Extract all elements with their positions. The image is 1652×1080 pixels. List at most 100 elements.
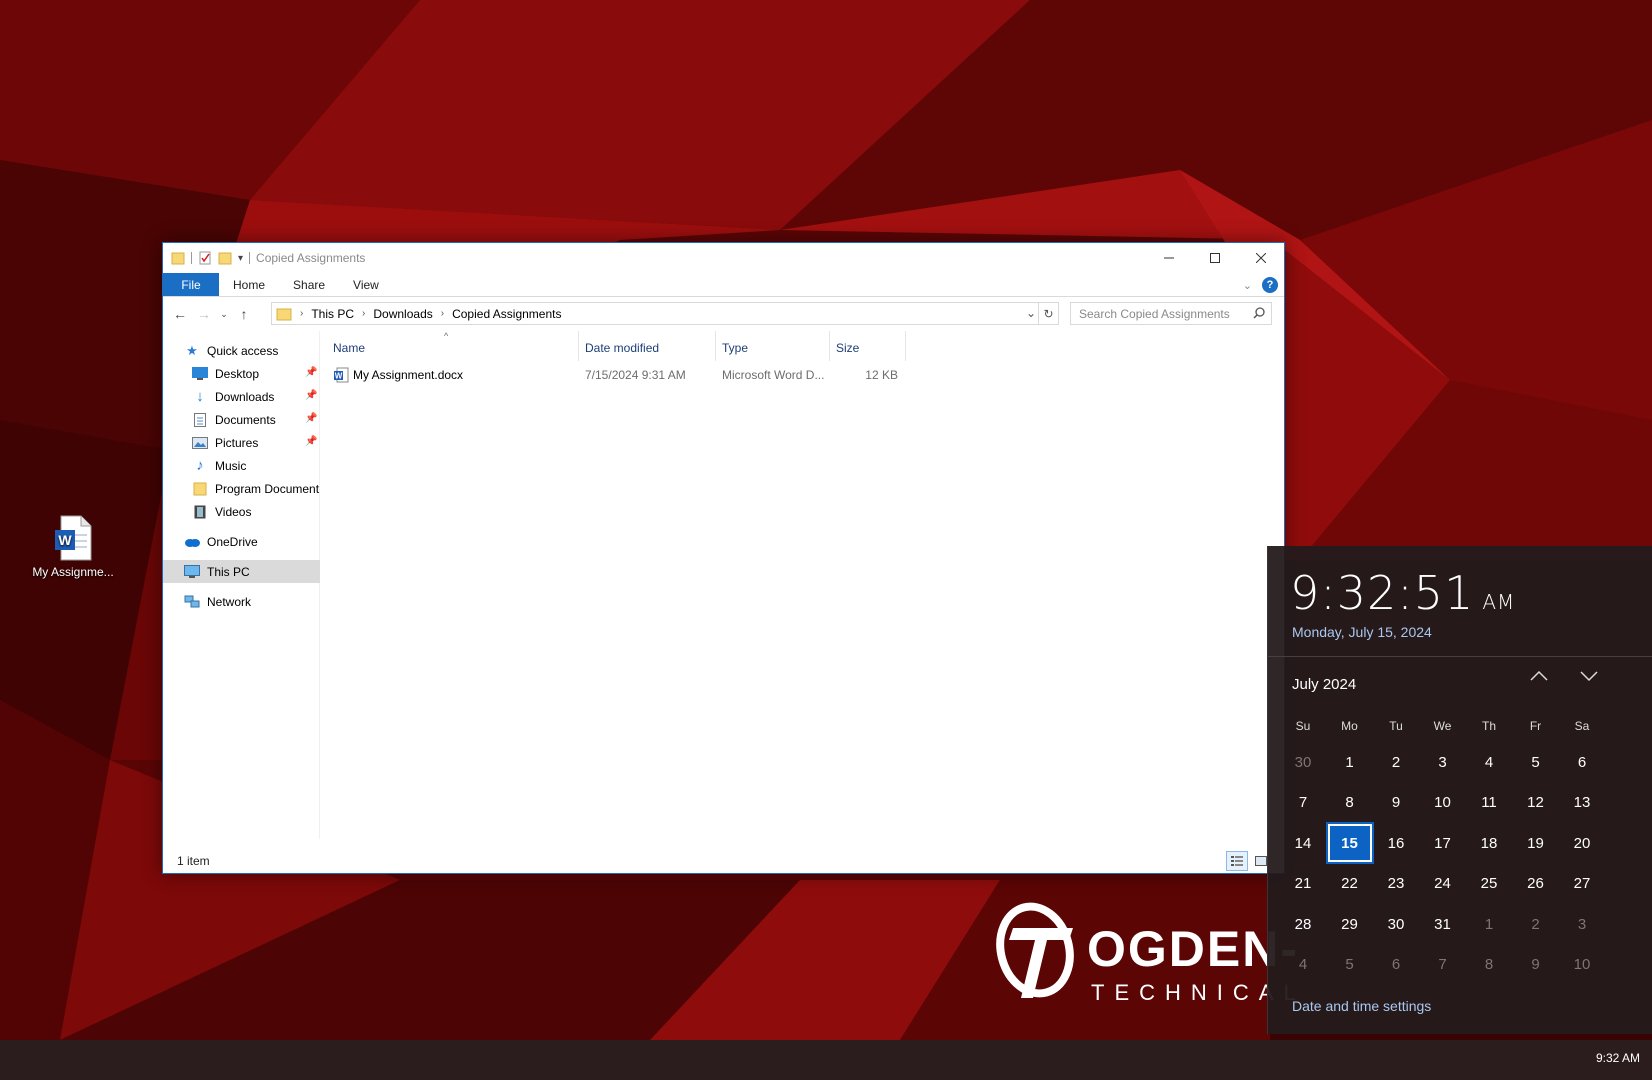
tab-file[interactable]: File bbox=[163, 273, 219, 296]
calendar-day[interactable]: 1 bbox=[1467, 905, 1511, 943]
calendar-day[interactable]: 9 bbox=[1374, 784, 1418, 822]
calendar-day[interactable]: 5 bbox=[1328, 946, 1372, 984]
minimize-button[interactable] bbox=[1146, 243, 1192, 273]
column-header-name[interactable]: Name bbox=[333, 337, 577, 359]
calendar-day[interactable]: 2 bbox=[1374, 743, 1418, 781]
search-input[interactable]: Search Copied Assignments bbox=[1070, 302, 1272, 325]
calendar-day[interactable]: 9 bbox=[1514, 946, 1558, 984]
nav-music[interactable]: ♪ Music bbox=[191, 454, 320, 477]
column-header-date-modified[interactable]: Date modified bbox=[585, 337, 715, 359]
close-button[interactable] bbox=[1238, 243, 1284, 273]
calendar-day-today[interactable]: 15 bbox=[1325, 822, 1374, 864]
calendar-day[interactable]: 6 bbox=[1374, 946, 1418, 984]
tab-share[interactable]: Share bbox=[279, 273, 339, 296]
folder-icon[interactable] bbox=[171, 251, 185, 265]
refresh-button[interactable]: ↻ bbox=[1038, 303, 1058, 324]
nav-pictures[interactable]: Pictures bbox=[191, 431, 320, 454]
calendar-day[interactable]: 3 bbox=[1421, 743, 1465, 781]
calendar-day[interactable]: 21 bbox=[1281, 865, 1325, 903]
calendar-day[interactable]: 2 bbox=[1514, 905, 1558, 943]
calendar-day[interactable]: 10 bbox=[1560, 946, 1604, 984]
calendar-day[interactable]: 5 bbox=[1514, 743, 1558, 781]
calendar-day[interactable]: 25 bbox=[1467, 865, 1511, 903]
chevron-up-icon[interactable] bbox=[1530, 670, 1548, 682]
chevron-right-icon[interactable]: › bbox=[437, 308, 448, 319]
calendar-day[interactable]: 26 bbox=[1514, 865, 1558, 903]
calendar-day[interactable]: 24 bbox=[1421, 865, 1465, 903]
forward-button[interactable]: → bbox=[192, 302, 216, 326]
taskbar-clock[interactable]: 9:32 AM bbox=[1596, 1051, 1640, 1065]
calendar-day[interactable]: 7 bbox=[1281, 784, 1325, 822]
nav-network[interactable]: Network bbox=[183, 590, 320, 613]
new-folder-icon[interactable] bbox=[218, 251, 232, 265]
chevron-right-icon[interactable]: › bbox=[358, 308, 369, 319]
calendar-month-label[interactable]: July 2024 bbox=[1292, 676, 1356, 693]
properties-icon[interactable] bbox=[198, 251, 212, 265]
calendar-day[interactable]: 16 bbox=[1374, 824, 1418, 862]
calendar-day[interactable]: 27 bbox=[1560, 865, 1604, 903]
nav-videos[interactable]: Videos bbox=[191, 500, 320, 523]
nav-quick-access[interactable]: ★ Quick access bbox=[183, 339, 320, 362]
chevron-down-icon[interactable] bbox=[1580, 670, 1598, 682]
breadcrumb-downloads[interactable]: Downloads bbox=[369, 307, 436, 321]
date-time-settings-link[interactable]: Date and time settings bbox=[1292, 998, 1431, 1014]
column-header-type[interactable]: Type bbox=[722, 337, 832, 359]
maximize-button[interactable] bbox=[1192, 243, 1238, 273]
nav-program-documents[interactable]: Program Document bbox=[191, 477, 320, 500]
calendar-day[interactable]: 1 bbox=[1328, 743, 1372, 781]
desktop-file-icon[interactable]: W My Assignme... bbox=[30, 515, 116, 580]
chevron-right-icon[interactable]: › bbox=[296, 308, 307, 319]
calendar-day[interactable]: 28 bbox=[1281, 905, 1325, 943]
calendar-day[interactable]: 14 bbox=[1281, 824, 1325, 862]
calendar-day[interactable]: 20 bbox=[1560, 824, 1604, 862]
breadcrumb-copied-assignments[interactable]: Copied Assignments bbox=[448, 307, 565, 321]
nav-downloads[interactable]: ↓ Downloads bbox=[191, 385, 320, 408]
calendar-day[interactable]: 4 bbox=[1281, 946, 1325, 984]
calendar-day[interactable]: 29 bbox=[1328, 905, 1372, 943]
calendar-day[interactable]: 6 bbox=[1560, 743, 1604, 781]
calendar-day[interactable]: 22 bbox=[1328, 865, 1372, 903]
calendar-day[interactable]: 12 bbox=[1514, 784, 1558, 822]
address-bar[interactable]: › This PC › Downloads › Copied Assignmen… bbox=[271, 302, 1059, 325]
calendar-day[interactable]: 19 bbox=[1514, 824, 1558, 862]
clock-date[interactable]: Monday, July 15, 2024 bbox=[1292, 624, 1432, 640]
help-icon[interactable]: ? bbox=[1262, 277, 1278, 293]
nav-documents[interactable]: Documents bbox=[191, 408, 320, 431]
column-header-size[interactable]: Size bbox=[836, 337, 906, 359]
chevron-down-icon[interactable]: ⌄ bbox=[1026, 306, 1036, 320]
calendar-day[interactable]: 3 bbox=[1560, 905, 1604, 943]
breadcrumb-this-pc[interactable]: This PC bbox=[307, 307, 358, 321]
details-view-button[interactable] bbox=[1226, 851, 1248, 871]
recent-locations-button[interactable]: ⌄ bbox=[216, 302, 232, 326]
back-button[interactable]: ← bbox=[168, 302, 192, 326]
tab-home[interactable]: Home bbox=[219, 273, 279, 296]
calendar-day[interactable]: 4 bbox=[1467, 743, 1511, 781]
pin-icon[interactable]: 📌 bbox=[305, 367, 317, 378]
file-name-cell[interactable]: W My Assignment.docx bbox=[333, 365, 463, 385]
calendar-day[interactable]: 17 bbox=[1421, 824, 1465, 862]
calendar-day[interactable]: 10 bbox=[1421, 784, 1465, 822]
calendar-day[interactable]: 8 bbox=[1467, 946, 1511, 984]
calendar-day[interactable]: 13 bbox=[1560, 784, 1604, 822]
pin-icon[interactable]: 📌 bbox=[305, 390, 317, 401]
nav-onedrive[interactable]: OneDrive bbox=[183, 530, 320, 553]
calendar-day[interactable]: 18 bbox=[1467, 824, 1511, 862]
nav-desktop[interactable]: Desktop bbox=[191, 362, 320, 385]
calendar-day[interactable]: 30 bbox=[1281, 743, 1325, 781]
tab-view[interactable]: View bbox=[339, 273, 393, 296]
customize-toolbar-icon[interactable]: ▾ bbox=[238, 253, 243, 264]
calendar-day[interactable]: 11 bbox=[1467, 784, 1511, 822]
column-divider[interactable] bbox=[578, 331, 579, 361]
pin-icon[interactable]: 📌 bbox=[305, 413, 317, 424]
column-divider[interactable] bbox=[715, 331, 716, 361]
nav-this-pc[interactable]: This PC bbox=[163, 560, 320, 583]
column-divider[interactable] bbox=[905, 331, 906, 361]
up-button[interactable]: ↑ bbox=[232, 302, 256, 326]
calendar-day[interactable]: 30 bbox=[1374, 905, 1418, 943]
expand-ribbon-icon[interactable]: ⌄ bbox=[1243, 279, 1252, 292]
pin-icon[interactable]: 📌 bbox=[305, 436, 317, 447]
calendar-day[interactable]: 23 bbox=[1374, 865, 1418, 903]
calendar-day[interactable]: 31 bbox=[1421, 905, 1465, 943]
calendar-day[interactable]: 8 bbox=[1328, 784, 1372, 822]
column-divider[interactable] bbox=[829, 331, 830, 361]
